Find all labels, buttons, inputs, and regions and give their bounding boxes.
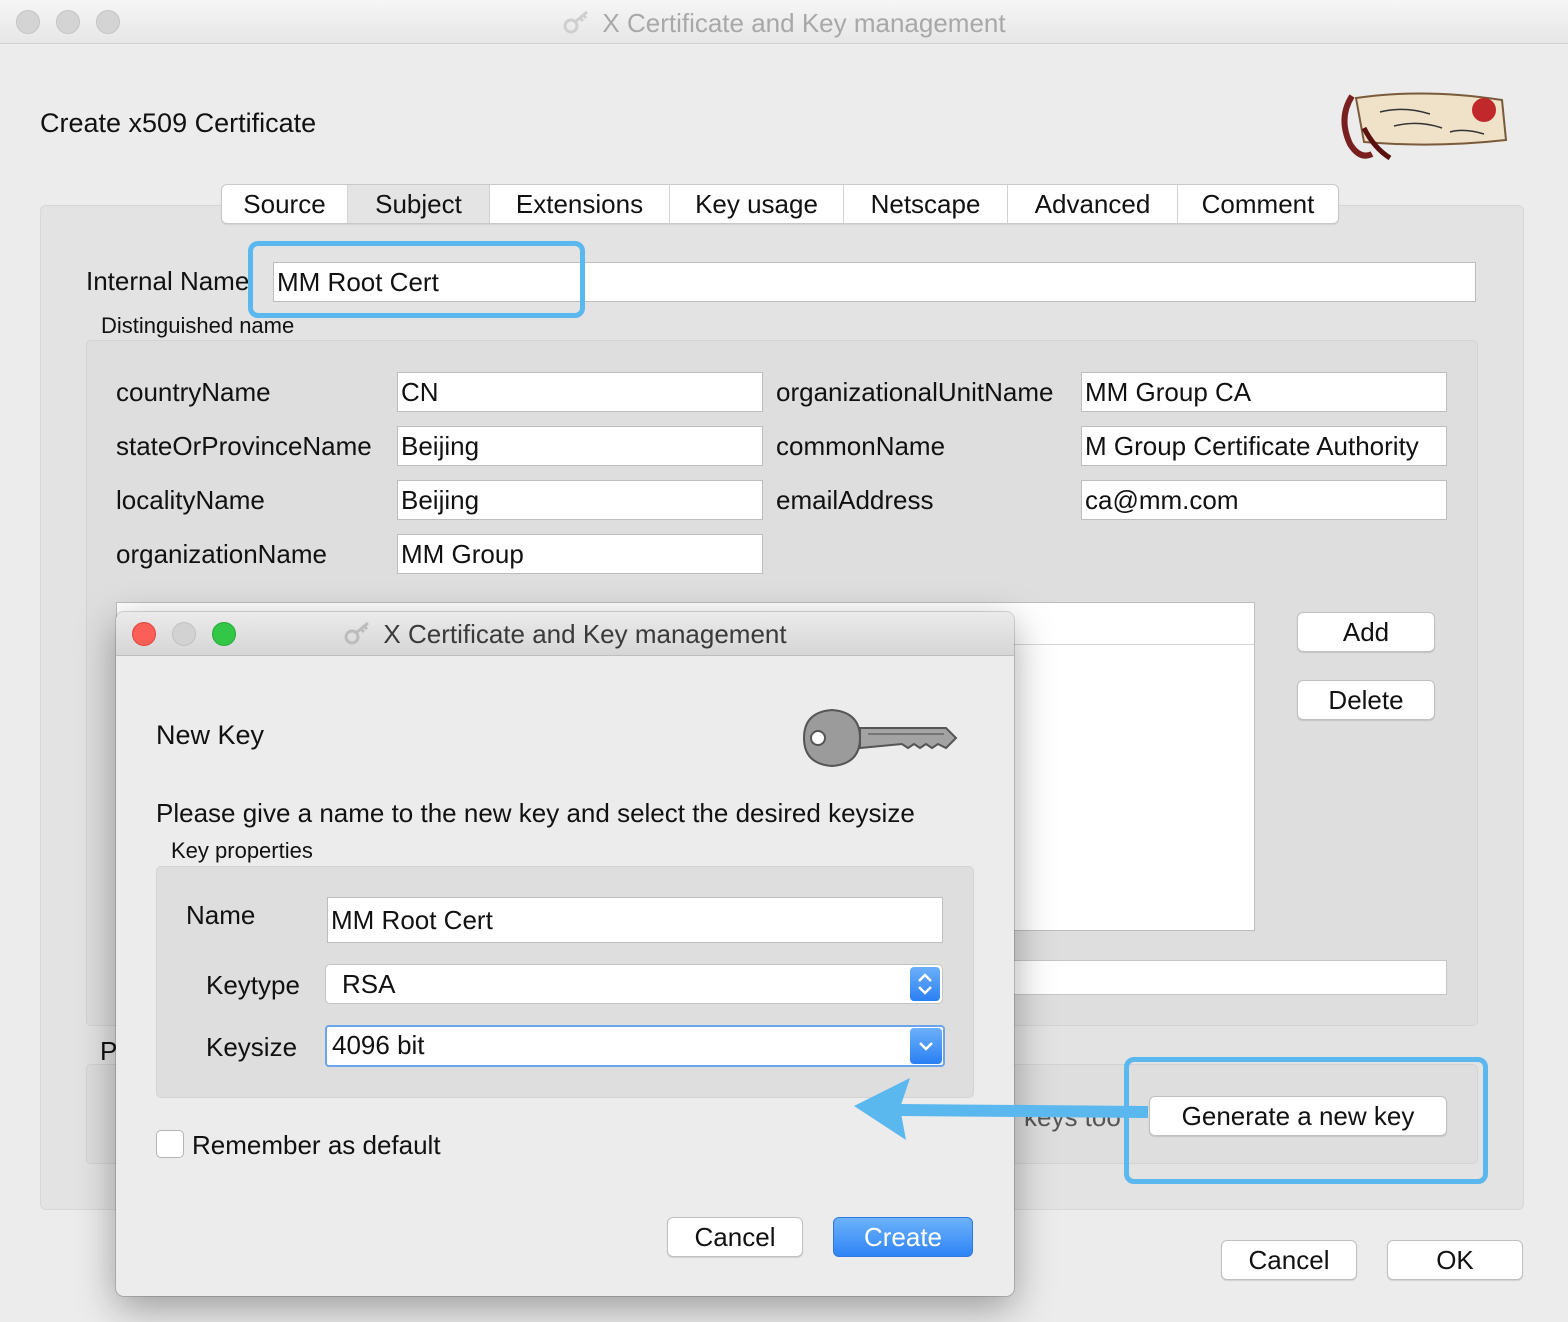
keytype-value: RSA bbox=[342, 969, 396, 999]
dialog-title: X Certificate and Key management bbox=[116, 619, 1014, 653]
locality-name-label: localityName bbox=[116, 485, 265, 515]
org-unit-name-input[interactable]: MM Group CA bbox=[1081, 372, 1447, 412]
tab-source[interactable]: Source bbox=[222, 185, 348, 223]
updown-arrows-icon bbox=[910, 967, 940, 1001]
internal-name-highlight bbox=[248, 241, 585, 318]
organization-name-label: organizationName bbox=[116, 539, 328, 569]
dialog-heading: New Key bbox=[156, 720, 265, 750]
delete-button[interactable]: Delete bbox=[1297, 680, 1435, 720]
email-address-input[interactable]: ca@mm.com bbox=[1081, 480, 1447, 520]
email-address-label: emailAddress bbox=[776, 485, 934, 515]
dialog-cancel-button[interactable]: Cancel bbox=[667, 1217, 803, 1257]
tab-subject[interactable]: Subject bbox=[348, 185, 490, 223]
internal-name-label: Internal Name bbox=[86, 266, 250, 296]
key-name-input[interactable]: MM Root Cert bbox=[327, 897, 943, 943]
tab-bar: Source Subject Extensions Key usage Nets… bbox=[221, 184, 1339, 224]
tab-extensions[interactable]: Extensions bbox=[490, 185, 670, 223]
tab-advanced[interactable]: Advanced bbox=[1008, 185, 1178, 223]
generate-key-highlight bbox=[1124, 1057, 1488, 1184]
window-title: X Certificate and Key management bbox=[0, 8, 1568, 42]
key-app-icon bbox=[343, 620, 373, 653]
common-name-label: commonName bbox=[776, 431, 946, 461]
keysize-select[interactable]: 4096 bit bbox=[325, 1025, 945, 1067]
annotation-arrow bbox=[850, 1070, 1150, 1150]
xca-scroll-logo bbox=[1334, 88, 1514, 166]
distinguished-name-label: Distinguished name bbox=[101, 313, 295, 338]
keytype-label: Keytype bbox=[206, 970, 300, 1000]
keytype-select[interactable]: RSA bbox=[325, 964, 943, 1004]
page-title: Create x509 Certificate bbox=[40, 108, 317, 138]
keysize-label: Keysize bbox=[206, 1032, 298, 1062]
add-button[interactable]: Add bbox=[1297, 612, 1435, 652]
table-scrollbar[interactable] bbox=[1000, 960, 1447, 995]
dialog-titlebar[interactable]: X Certificate and Key management bbox=[116, 612, 1014, 656]
country-name-label: countryName bbox=[116, 377, 271, 407]
country-name-input[interactable]: CN bbox=[397, 372, 763, 412]
state-name-label: stateOrProvinceName bbox=[116, 431, 372, 461]
org-unit-name-label: organizationalUnitName bbox=[776, 377, 1054, 407]
organization-name-input[interactable]: MM Group bbox=[397, 534, 763, 574]
remember-default-label: Remember as default bbox=[192, 1130, 441, 1160]
key-properties-label: Key properties bbox=[171, 838, 313, 863]
chevron-down-icon bbox=[910, 1028, 942, 1064]
key-icon bbox=[798, 704, 958, 774]
tab-comment[interactable]: Comment bbox=[1178, 185, 1338, 223]
create-button[interactable]: Create bbox=[833, 1217, 973, 1257]
key-name-label: Name bbox=[186, 900, 256, 930]
key-app-icon bbox=[562, 9, 592, 42]
main-titlebar[interactable]: X Certificate and Key management bbox=[0, 0, 1568, 44]
state-name-input[interactable]: Beijing bbox=[397, 426, 763, 466]
keysize-value: 4096 bit bbox=[332, 1030, 425, 1060]
dialog-description: Please give a name to the new key and se… bbox=[156, 798, 915, 828]
private-key-group-label: P bbox=[100, 1036, 118, 1066]
tab-netscape[interactable]: Netscape bbox=[844, 185, 1008, 223]
locality-name-input[interactable]: Beijing bbox=[397, 480, 763, 520]
cancel-button[interactable]: Cancel bbox=[1221, 1240, 1357, 1280]
tab-key-usage[interactable]: Key usage bbox=[670, 185, 844, 223]
common-name-input[interactable]: M Group Certificate Authority bbox=[1081, 426, 1447, 466]
remember-default-checkbox[interactable] bbox=[156, 1130, 184, 1158]
new-key-dialog[interactable]: X Certificate and Key management New Key… bbox=[116, 612, 1014, 1296]
ok-button[interactable]: OK bbox=[1387, 1240, 1523, 1280]
